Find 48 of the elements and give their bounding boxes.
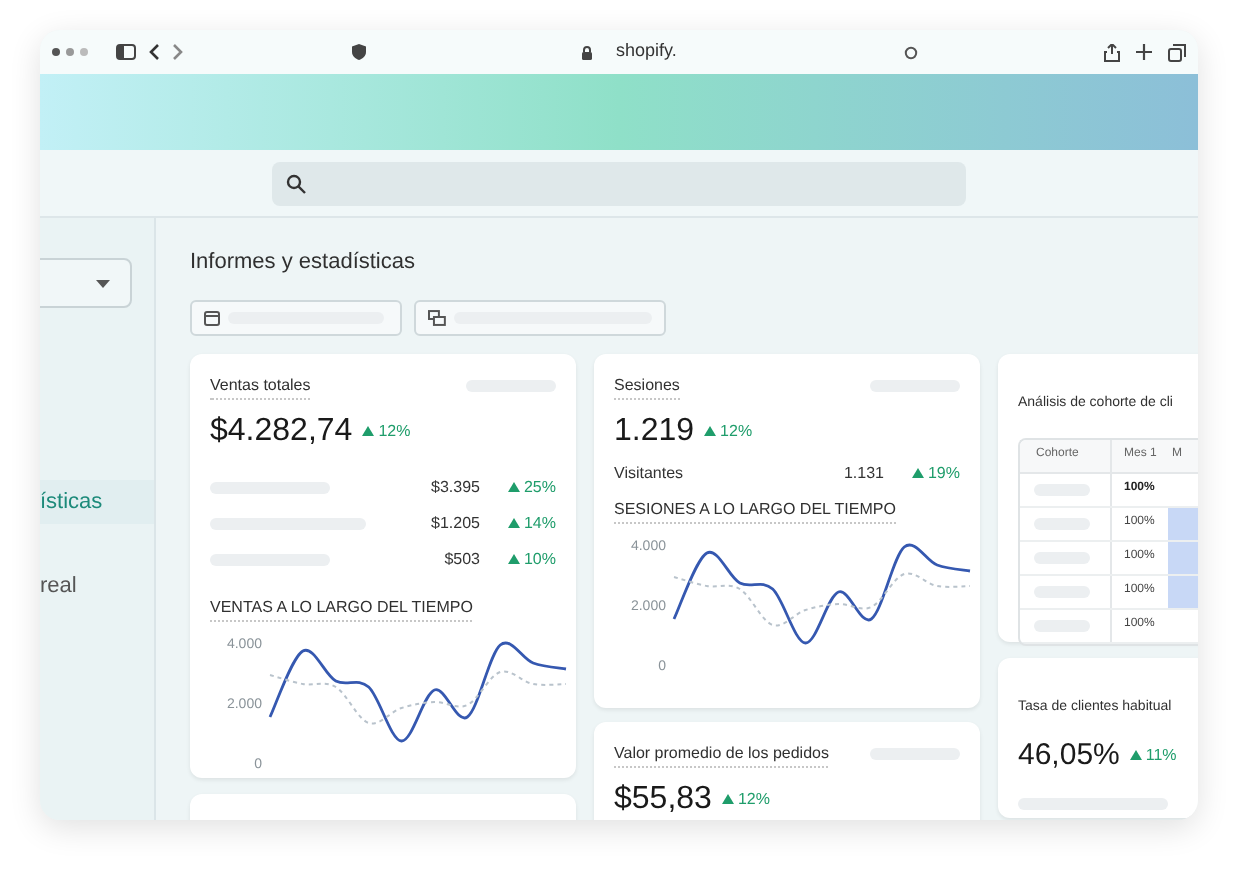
metric-value: $4.282,74: [210, 411, 353, 451]
change-text: 11%: [1145, 743, 1177, 768]
shield-icon[interactable]: [352, 44, 366, 60]
search-icon: [286, 173, 306, 193]
change-text: 10%: [523, 547, 556, 571]
change-text: 12%: [720, 419, 753, 443]
sidebar-toggle-icon[interactable]: [116, 44, 136, 60]
change-text: 19%: [927, 461, 960, 485]
caret-icon: [96, 279, 110, 287]
metric-value: 1.219: [614, 411, 695, 451]
compare-icon: [428, 309, 446, 325]
sidebar-item[interactable]: real: [40, 564, 154, 608]
page-title: Informes y estadísticas: [190, 248, 417, 278]
card-title: Valor promedio de los pedidos: [614, 741, 829, 767]
address-text[interactable]: shopify.: [616, 38, 677, 66]
up-triangle-icon: [1129, 750, 1142, 761]
lock-icon: [582, 45, 592, 59]
forward-icon[interactable]: [172, 44, 184, 60]
metric-value: 46,05%: [1018, 735, 1120, 775]
up-triangle-icon: [507, 518, 520, 528]
visitors-label: Visitantes: [614, 461, 684, 485]
tabs-icon[interactable]: [1168, 43, 1186, 61]
calendar-icon: [204, 309, 220, 325]
reload-icon[interactable]: [904, 45, 919, 59]
change-text: 12%: [378, 419, 411, 443]
up-triangle-icon: [704, 426, 717, 436]
card-title: VENTAS A LO LARGO DEL TIEMPO: [210, 595, 473, 621]
amount-text: $503: [444, 547, 480, 571]
amount-text: $3.395: [431, 475, 480, 499]
up-triangle-icon: [721, 794, 734, 804]
up-triangle-icon: [507, 482, 520, 492]
amount-text: $1.205: [431, 511, 480, 535]
visitors-value: 1.131: [843, 461, 884, 485]
plus-icon[interactable]: [1136, 44, 1152, 60]
card-title: SESIONES A LO LARGO DEL TIEMPO: [614, 497, 896, 523]
metric-value: $55,83: [614, 779, 712, 819]
up-triangle-icon: [507, 554, 520, 564]
back-icon[interactable]: [148, 44, 160, 60]
up-triangle-icon: [911, 468, 924, 478]
sidebar-item[interactable]: ísticas: [40, 480, 154, 524]
card-title: Ventas totales: [210, 373, 311, 399]
card-title: Sesiones: [614, 373, 680, 399]
up-triangle-icon: [362, 426, 375, 436]
change-text: 14%: [523, 511, 556, 535]
change-text: 25%: [523, 475, 556, 499]
share-icon[interactable]: [1104, 43, 1120, 61]
change-text: 12%: [737, 787, 770, 811]
search-field[interactable]: [272, 161, 966, 205]
